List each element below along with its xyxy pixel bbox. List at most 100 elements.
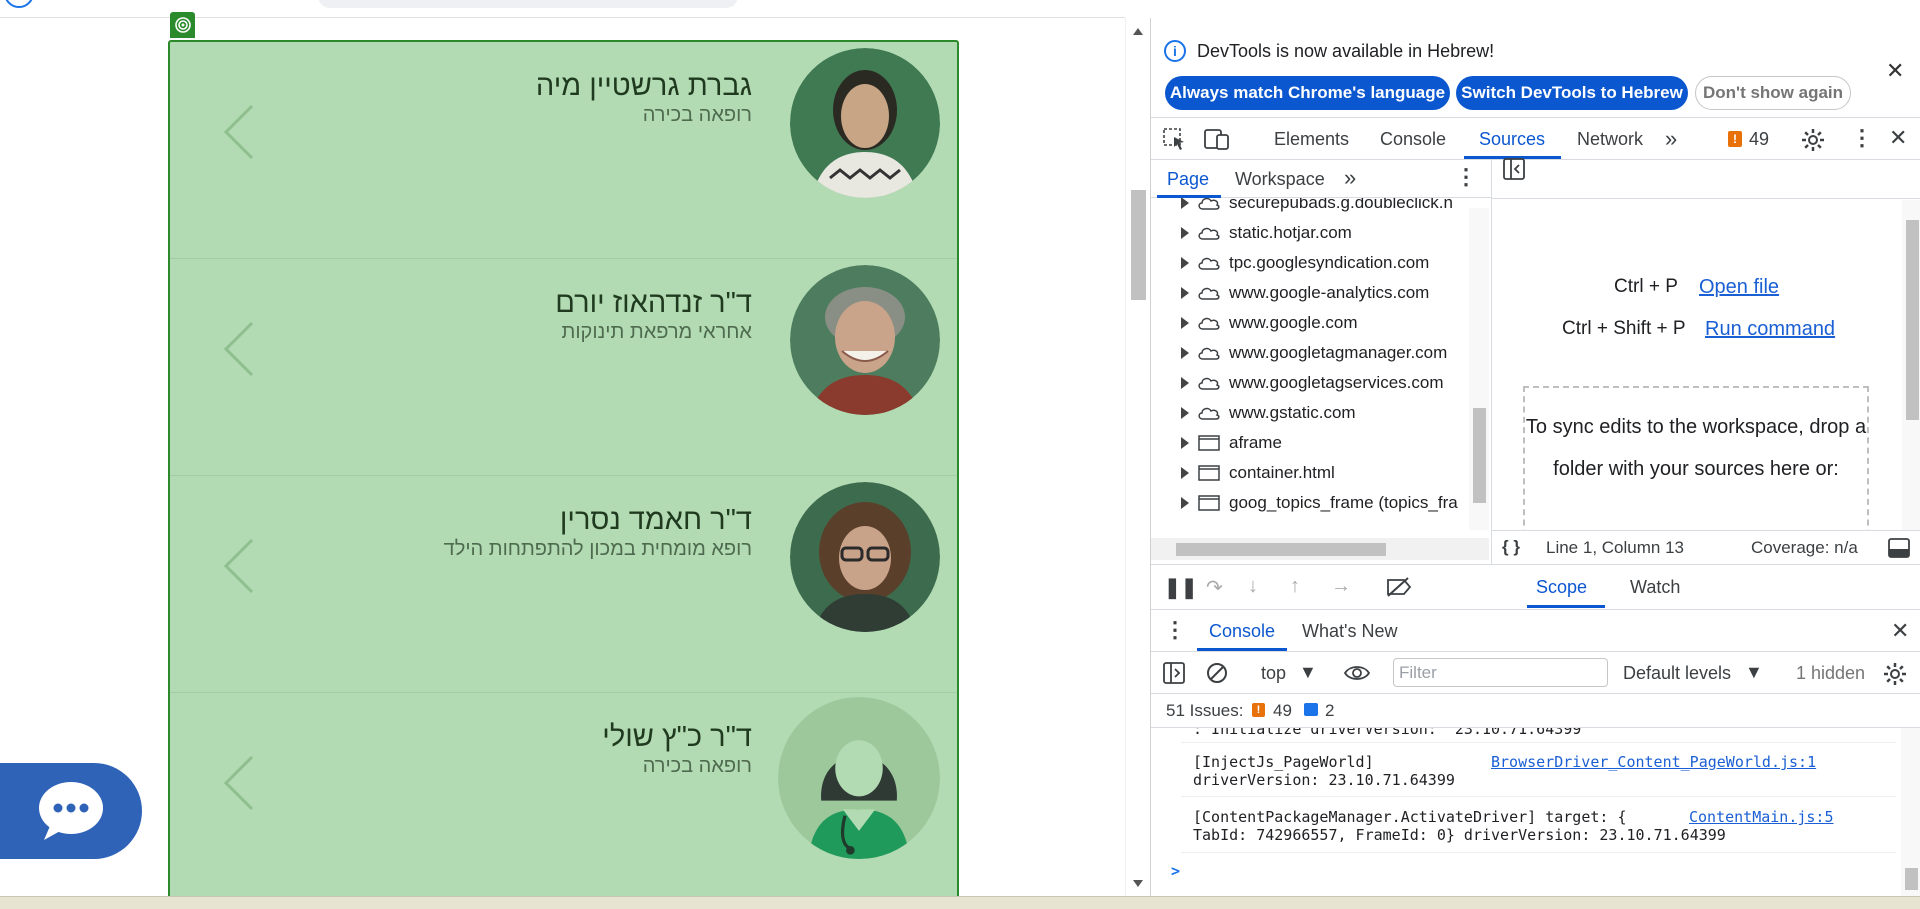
chevron-left-icon[interactable]: [220, 753, 260, 813]
file-tree-horizontal-scrollbar[interactable]: [1151, 538, 1489, 560]
tab-console[interactable]: Console: [1380, 129, 1446, 150]
doctor-card[interactable]: ד"ר חאמד נסרין רופא מומחית במכון להתפתחו…: [170, 476, 957, 693]
expand-arrow-icon[interactable]: [1181, 347, 1189, 359]
settings-gear-icon[interactable]: [1801, 128, 1825, 152]
doctor-card[interactable]: גברת גרשטיין מיה רופאה בכירה: [170, 42, 957, 259]
doctor-card[interactable]: ד"ר כ"ץ שולי רופאה בכירה: [170, 693, 957, 909]
step-icon[interactable]: →: [1331, 575, 1351, 598]
cursor-position: Line 1, Column 13: [1546, 538, 1684, 557]
open-file-link[interactable]: Open file: [1699, 276, 1779, 299]
drawer-tab-console[interactable]: Console: [1209, 621, 1275, 642]
file-tree-item[interactable]: www.google-analytics.com: [1181, 278, 1429, 308]
file-tree-item[interactable]: securepubads.g.doubleclick.n: [1181, 198, 1453, 218]
chevron-down-icon[interactable]: ▼: [1745, 662, 1763, 683]
file-tree-item[interactable]: goog_topics_frame (topics_fra: [1181, 488, 1458, 518]
page-scrollbar-thumb[interactable]: [1131, 190, 1146, 300]
source-link[interactable]: BrowserDriver_Content_PageWorld.js:1: [1491, 753, 1816, 771]
file-tree-item[interactable]: www.googletagmanager.com: [1181, 338, 1447, 368]
drawer-menu-icon[interactable]: ⋮: [1164, 617, 1186, 643]
more-tabs-icon[interactable]: »: [1665, 126, 1677, 152]
expand-arrow-icon[interactable]: [1181, 227, 1189, 239]
switch-to-hebrew-button[interactable]: Switch DevTools to Hebrew: [1456, 76, 1688, 110]
expand-arrow-icon[interactable]: [1181, 407, 1189, 419]
tab-page[interactable]: Page: [1167, 169, 1209, 190]
inspect-element-icon[interactable]: [1163, 128, 1187, 150]
toggle-panel-icon[interactable]: [1888, 538, 1910, 558]
pause-icon[interactable]: ❚❚: [1164, 575, 1198, 600]
step-out-icon[interactable]: ↑: [1290, 575, 1300, 598]
match-language-button[interactable]: Always match Chrome's language: [1165, 76, 1450, 110]
expand-arrow-icon[interactable]: [1181, 437, 1189, 449]
close-icon[interactable]: ✕: [1886, 58, 1904, 84]
file-tree-item[interactable]: www.gstatic.com: [1181, 398, 1356, 428]
expand-arrow-icon[interactable]: [1181, 257, 1189, 269]
more-options-icon[interactable]: ⋮: [1455, 164, 1477, 190]
step-into-icon[interactable]: ↓: [1248, 575, 1258, 598]
expand-arrow-icon[interactable]: [1181, 317, 1189, 329]
expand-arrow-icon[interactable]: [1181, 497, 1189, 509]
doctor-name[interactable]: ד"ר כ"ץ שולי: [602, 721, 752, 754]
dont-show-again-button[interactable]: Don't show again: [1695, 76, 1851, 110]
chat-widget-button[interactable]: [0, 763, 142, 859]
clear-console-icon[interactable]: [1206, 662, 1228, 684]
file-tree-item[interactable]: container.html: [1181, 458, 1335, 488]
file-tree-item[interactable]: www.google.com: [1181, 308, 1358, 338]
file-tree-scrollbar-thumb[interactable]: [1473, 408, 1486, 503]
console-sidebar-icon[interactable]: [1163, 662, 1185, 684]
device-toolbar-icon[interactable]: [1204, 128, 1230, 150]
workspace-drop-zone[interactable]: To sync edits to the workspace, drop a f…: [1523, 386, 1869, 546]
tab-sources[interactable]: Sources: [1479, 129, 1545, 150]
chevron-left-icon[interactable]: [220, 536, 260, 596]
console-issues-bar[interactable]: 51 Issues: ! 49 2: [1151, 694, 1920, 728]
tab-network[interactable]: Network: [1577, 129, 1643, 150]
tab-workspace[interactable]: Workspace: [1235, 169, 1325, 190]
console-settings-gear-icon[interactable]: [1883, 662, 1907, 686]
issues-count[interactable]: 49: [1749, 129, 1769, 150]
doctor-name[interactable]: ד"ר זנדהאוז יורם: [555, 287, 752, 320]
file-tree-hscroll-thumb[interactable]: [1176, 543, 1386, 556]
file-tree-item[interactable]: www.googletagservices.com: [1181, 368, 1443, 398]
console-scrollbar-thumb[interactable]: [1905, 868, 1918, 890]
warning-icon: !: [1252, 703, 1265, 717]
run-command-link[interactable]: Run command: [1705, 318, 1835, 341]
context-selector[interactable]: top: [1261, 663, 1286, 684]
doctor-name[interactable]: גברת גרשטיין מיה: [536, 70, 752, 103]
expand-arrow-icon[interactable]: [1181, 377, 1189, 389]
step-over-icon[interactable]: ↷: [1206, 575, 1223, 600]
close-devtools-icon[interactable]: ✕: [1889, 125, 1907, 151]
deactivate-breakpoints-icon[interactable]: [1386, 577, 1412, 597]
warning-icon[interactable]: !: [1728, 131, 1742, 147]
tab-elements[interactable]: Elements: [1274, 129, 1349, 150]
chevron-left-icon[interactable]: [220, 319, 260, 379]
close-drawer-icon[interactable]: ✕: [1891, 618, 1909, 644]
chevron-down-icon[interactable]: ▼: [1299, 662, 1317, 683]
site-search-bar[interactable]: [318, 0, 738, 8]
doctor-name[interactable]: ד"ר חאמד נסרין: [560, 504, 752, 537]
toggle-navigator-icon[interactable]: [1502, 156, 1528, 182]
live-expression-eye-icon[interactable]: [1343, 664, 1371, 682]
scroll-down-arrow-icon[interactable]: [1133, 880, 1143, 887]
drawer-tab-whats-new[interactable]: What's New: [1302, 621, 1397, 642]
page-scrollbar[interactable]: [1125, 18, 1150, 896]
expand-arrow-icon[interactable]: [1181, 198, 1189, 209]
file-tree-item[interactable]: static.hotjar.com: [1181, 218, 1352, 248]
doctor-card[interactable]: ד"ר זנדהאוז יורם אחראי מרפאת תינוקות: [170, 259, 957, 476]
tab-scope[interactable]: Scope: [1536, 577, 1587, 598]
file-tree-item[interactable]: tpc.googlesyndication.com: [1181, 248, 1429, 278]
console-scrollbar[interactable]: [1901, 728, 1920, 896]
console-prompt[interactable]: >: [1171, 862, 1180, 880]
more-options-icon[interactable]: ⋮: [1851, 125, 1873, 151]
source-link[interactable]: ContentMain.js:5: [1689, 808, 1834, 826]
editor-scrollbar[interactable]: [1902, 200, 1920, 530]
file-tree-scrollbar[interactable]: [1469, 208, 1489, 530]
log-levels-dropdown[interactable]: Default levels: [1623, 663, 1731, 684]
file-tree-item[interactable]: aframe: [1181, 428, 1282, 458]
scroll-up-arrow-icon[interactable]: [1133, 28, 1143, 35]
more-tabs-icon[interactable]: »: [1344, 165, 1356, 191]
tab-watch[interactable]: Watch: [1630, 577, 1680, 598]
console-filter-input[interactable]: Filter: [1393, 658, 1608, 687]
expand-arrow-icon[interactable]: [1181, 467, 1189, 479]
pretty-print-icon[interactable]: { }: [1502, 537, 1520, 557]
expand-arrow-icon[interactable]: [1181, 287, 1189, 299]
chevron-left-icon[interactable]: [220, 102, 260, 162]
